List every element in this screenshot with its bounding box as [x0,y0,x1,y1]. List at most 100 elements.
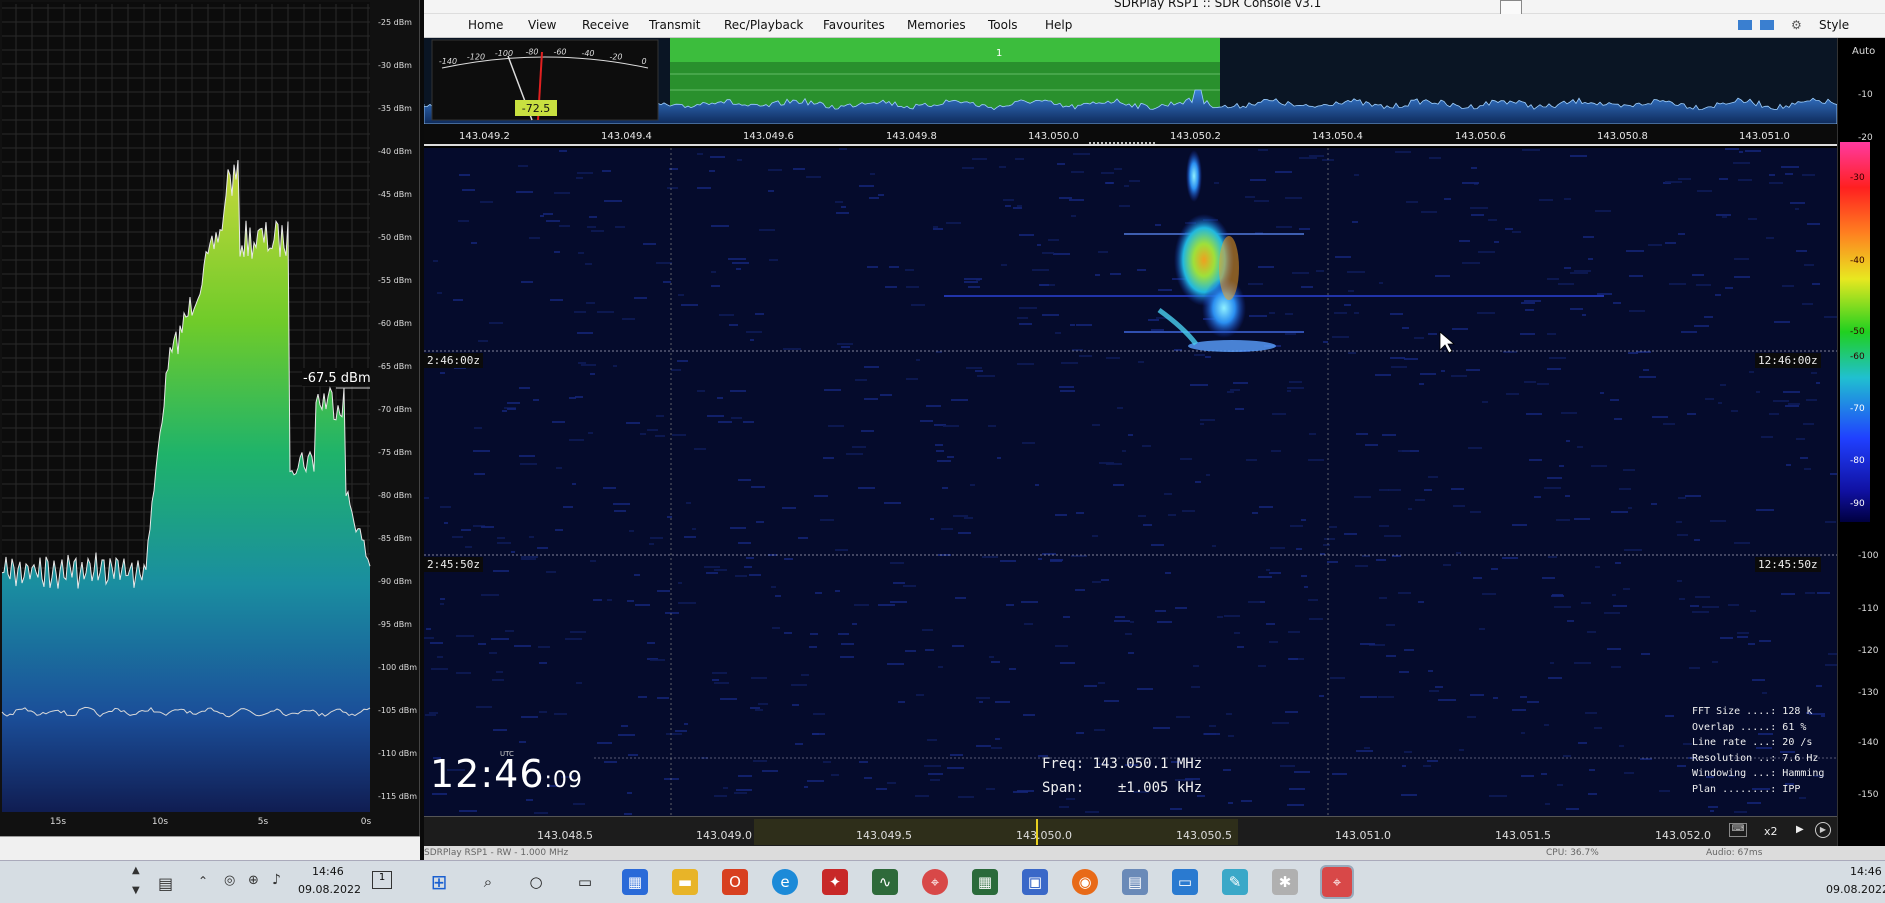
left-panel-footer [0,836,420,860]
misc-app-icon[interactable]: ✱ [1272,869,1298,895]
news-icon[interactable]: ▤ [158,874,173,893]
s-meter-value: -72.5 [522,102,550,115]
dbm-axis-label: -35 dBm [378,104,412,113]
top-freq-label: 143.050.2 [1170,131,1221,142]
scale-label: -90 [1850,499,1865,509]
camera-icon[interactable]: ◎ [224,873,235,888]
scale-label: -120 [1858,646,1879,656]
screen-icon[interactable] [1760,20,1774,30]
start-icon[interactable]: ⊞ [426,869,452,895]
top-freq-label: 143.050.8 [1597,131,1648,142]
s-meter-scale-label: -120 [467,53,485,62]
menu-receive[interactable]: Receive [582,18,629,32]
signal-history-panel: -25 dBm -30 dBm -35 dBm -40 dBm -45 dBm -50 d… [0,0,420,836]
notification-icon[interactable]: 1 [372,871,392,889]
sdr-console-window: SDRPlay RSP1 :: SDR Console v3.1 Home Vi… [423,0,1885,860]
spectrum-strip[interactable]: 1 -140 -120 -100 -80 -60 -40 -20 0 -72.5 [423,38,1838,125]
bottom-freq-label: 143.050.0 [1016,829,1072,842]
step-button-icon[interactable]: ▶ [1815,822,1831,838]
tray-date[interactable]: 09.08.2022 [298,883,361,896]
splitter-handle[interactable] [1089,142,1155,145]
menu-help[interactable]: Help [1045,18,1072,32]
volume-icon[interactable]: ♪ [272,872,281,888]
dbm-axis-label: -75 dBm [378,448,412,457]
network-icon[interactable]: ⊕ [248,873,259,888]
vfo-marker-label: 1 [996,48,1002,59]
tray-date-right[interactable]: 09.08.2022 [1826,883,1885,896]
sdr-console-taskbar-icon[interactable]: ⌖ [1320,865,1354,899]
menu-memories[interactable]: Memories [907,18,966,32]
radio-app-icon[interactable]: ⌖ [922,869,948,895]
edge-icon[interactable]: e [772,869,798,895]
bottom-frequency-scale[interactable]: 143.048.5 143.049.0 143.049.5 143.050.0 … [424,816,1837,846]
fft-info-line: Plan ........: IPP [1692,784,1801,795]
dbm-axis-label: -85 dBm [378,534,412,543]
task-view-icon[interactable]: ▭ [572,869,598,895]
explorer-icon[interactable]: ▬ [672,869,698,895]
waterfall-display[interactable]: 2:46:00z 12:46:00z 2:45:50z 12:45:50z Fr… [424,148,1842,816]
window-app-icon[interactable]: ▭ [1172,869,1198,895]
span-readout: Span: ±1.005 kHz [1042,780,1203,796]
s-meter-scale-label: -20 [609,53,622,62]
top-freq-label: 143.049.8 [886,131,937,142]
menu-view[interactable]: View [528,18,556,32]
fft-info-line: Windowing ...: Hamming [1692,768,1825,779]
status-bar: SDRPlay RSP1 - RW - 1.000 MHz CPU: 36.7%… [424,846,1885,860]
top-freq-label: 143.050.6 [1455,131,1506,142]
scroll-down-icon[interactable]: ▼ [132,885,140,896]
layout-icon[interactable] [1738,20,1752,30]
dbm-axis-label: -100 dBm [378,663,417,672]
bottom-freq-label: 143.048.5 [537,829,593,842]
chart-app-icon[interactable]: ∿ [872,869,898,895]
scale-label: -100 [1858,551,1879,561]
tray-time-right[interactable]: 14:46 [1850,865,1882,878]
dbm-axis-label: -40 dBm [378,147,412,156]
level-scale[interactable]: Auto -10 -20 -30 -40 -50 -60 -70 -80 -90… [1837,38,1885,846]
dbm-axis-label: -25 dBm [378,18,412,27]
time-axis-label: 5s [258,817,269,827]
style-menu[interactable]: Style [1819,18,1849,32]
store-icon[interactable]: ▦ [622,869,648,895]
search-icon[interactable]: ⌕ [475,869,501,895]
office-icon[interactable]: O [722,869,748,895]
time-axis-label: 15s [50,817,66,827]
tray-time[interactable]: 14:46 [312,865,344,878]
notes-icon[interactable]: ✎ [1222,869,1248,895]
scale-label: -110 [1858,604,1879,614]
menu-tools[interactable]: Tools [988,18,1018,32]
tools-icon[interactable]: ▤ [1122,869,1148,895]
cortana-icon[interactable]: ○ [523,869,549,895]
scroll-up-icon[interactable]: ▲ [132,865,140,876]
s-meter-scale-label: -40 [581,49,594,58]
fft-info-line: Resolution ..: 7.6 Hz [1692,753,1819,764]
tray-expand-icon[interactable]: ⌃ [198,874,208,888]
play-arrow-icon[interactable]: ▶ [1796,824,1804,835]
dbm-axis-label: -30 dBm [378,61,412,70]
bottom-freq-label: 143.049.5 [856,829,912,842]
peak-level-label: -67.5 dBm [303,371,371,386]
dbm-axis-label: -110 dBm [378,749,417,758]
status-device: SDRPlay RSP1 - RW - 1.000 MHz [424,848,569,858]
app-icon[interactable]: ✦ [822,869,848,895]
dbm-axis-label: -115 dBm [378,792,417,801]
dbm-axis-label: -50 dBm [378,233,412,242]
dbm-axis-label: -105 dBm [378,706,417,715]
auto-button[interactable]: Auto [1852,46,1875,57]
spreadsheet-icon[interactable]: ▦ [972,869,998,895]
time-axis-label: 10s [152,817,168,827]
firefox-icon[interactable]: ◉ [1072,869,1098,895]
menu-favourites[interactable]: Favourites [823,18,885,32]
status-audio: Audio: 67ms [1706,848,1763,858]
frequency-readout: Freq: 143.050.1 MHz [1042,756,1203,772]
scale-label: -50 [1850,327,1865,337]
keyboard-icon[interactable]: ⌨ [1729,823,1747,837]
status-cpu: CPU: 36.7% [1546,848,1599,858]
settings-icon[interactable]: ⚙ [1791,18,1802,32]
bottom-freq-label: 143.052.0 [1655,829,1711,842]
save-icon[interactable]: ▣ [1022,869,1048,895]
s-meter-scale-label: -100 [495,49,513,58]
menu-transmit[interactable]: Transmit [649,18,700,32]
zoom-button[interactable]: x2 [1764,825,1778,838]
menu-rec-playback[interactable]: Rec/Playback [724,18,803,32]
menu-home[interactable]: Home [468,18,503,32]
